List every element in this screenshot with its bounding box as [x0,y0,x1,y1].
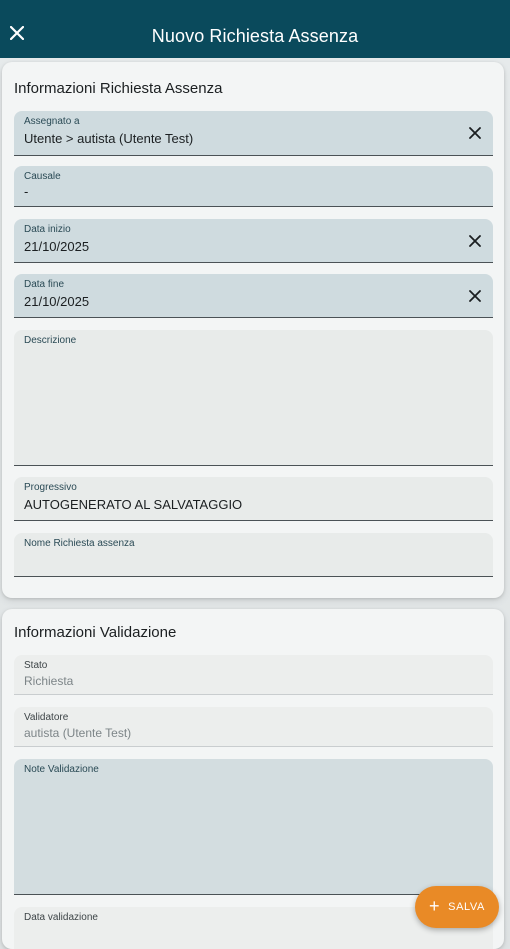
validatore-field: Validatore autista (Utente Test) [14,707,493,747]
field-value: 21/10/2025 [24,294,90,309]
data-inizio-field[interactable]: Data inizio 21/10/2025 [14,219,493,263]
field-label: Data fine [24,279,65,290]
clear-icon[interactable] [467,233,483,249]
assegnato-field[interactable]: Assegnato a Utente > autista (Utente Tes… [14,111,493,156]
descrizione-textarea[interactable]: Descrizione [14,330,493,466]
field-label: Note Validazione [24,764,99,775]
field-label: Causale [24,171,61,182]
field-label: Progressivo [24,482,77,493]
progressivo-field[interactable]: Progressivo AUTOGENERATO AL SALVATAGGIO [14,477,493,521]
data-fine-field[interactable]: Data fine 21/10/2025 [14,274,493,318]
causale-field[interactable]: Causale - [14,166,493,207]
section-title-richiesta: Informazioni Richiesta Assenza [14,80,223,97]
field-label: Data inizio [24,224,71,235]
field-label: Assegnato a [24,116,80,127]
save-button[interactable]: + SALVA [415,886,499,928]
clear-icon[interactable] [467,125,483,141]
clear-icon[interactable] [467,288,483,304]
save-button-label: SALVA [448,901,485,913]
app-bar: Nuovo Richiesta Assenza [0,0,510,58]
field-value: Utente > autista (Utente Test) [24,131,194,146]
field-label: Validatore [24,712,69,723]
field-value: AUTOGENERATO AL SALVATAGGIO [24,497,243,512]
note-validazione-textarea[interactable]: Note Validazione [14,759,493,895]
field-label: Data validazione [24,912,98,923]
stato-field: Stato Richiesta [14,655,493,695]
section-title-validazione: Informazioni Validazione [14,624,177,641]
field-label: Stato [24,660,48,671]
page-title: Nuovo Richiesta Assenza [151,26,359,46]
field-value: - [24,184,29,199]
field-label: Nome Richiesta assenza [24,538,135,549]
field-value: 21/10/2025 [24,239,90,254]
field-label: Descrizione [24,335,77,346]
nome-richiesta-field[interactable]: Nome Richiesta assenza [14,533,493,577]
field-value: Richiesta [24,674,74,688]
form-page[interactable]: Informazioni Richiesta Assenza Assegnato… [0,58,510,949]
plus-icon: + [429,896,441,916]
card-richiesta: Informazioni Richiesta Assenza Assegnato… [2,62,504,598]
field-value: autista (Utente Test) [24,726,132,740]
